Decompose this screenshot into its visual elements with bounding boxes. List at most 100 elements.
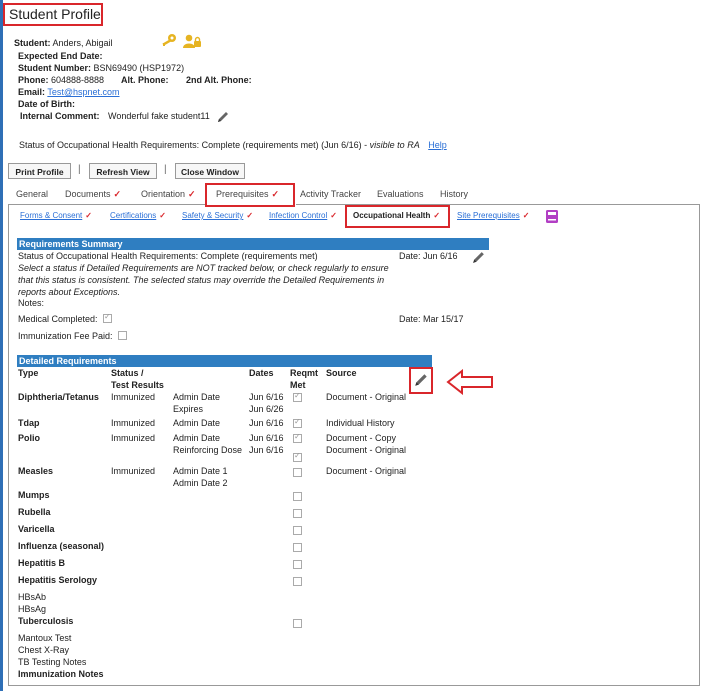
tab-history[interactable]: History xyxy=(440,189,468,199)
toolbar-separator: | xyxy=(164,164,167,175)
tab-evaluations[interactable]: Evaluations xyxy=(377,189,424,199)
email-row: Email: Test@hspnet.com xyxy=(18,87,120,97)
row-hepatitis-serology-met-checkbox[interactable] xyxy=(293,577,302,586)
row-tdap-source: Individual History xyxy=(326,418,395,428)
summary-date: Date: Jun 6/16 xyxy=(399,251,458,261)
book-icon[interactable] xyxy=(545,209,559,224)
row-polio-met-checkbox[interactable] xyxy=(293,432,302,443)
row-polio-date2: Jun 6/16 xyxy=(249,445,284,455)
help-link[interactable]: Help xyxy=(428,140,447,150)
row-hbsab: HBsAb xyxy=(18,592,47,602)
status-visible: visible to RA xyxy=(369,140,420,150)
page-title: Student Profile xyxy=(3,3,103,26)
row-polio-met-checkbox-2[interactable] xyxy=(293,451,302,462)
row-measles-status: Immunized xyxy=(111,466,156,476)
refresh-view-button[interactable]: Refresh View xyxy=(89,163,157,179)
row-diphtheria-label1: Admin Date xyxy=(173,392,221,402)
subtab-label: Site Prerequisites xyxy=(457,211,520,220)
medical-completed-label: Medical Completed: xyxy=(18,314,98,324)
subtab-site-prerequisites[interactable]: Site Prerequisites ✓ xyxy=(457,211,529,220)
toolbar-separator: | xyxy=(78,164,81,175)
user-lock-icon[interactable] xyxy=(183,34,202,48)
row-hepatitis-b-met-checkbox[interactable] xyxy=(293,560,302,569)
col-met: Met xyxy=(290,380,306,390)
expected-end-date-label: Expected End Date: xyxy=(18,51,103,61)
tab-documents[interactable]: Documents ✓ xyxy=(65,189,121,200)
row-rubella-type: Rubella xyxy=(18,507,51,517)
immunization-fee-checkbox[interactable] xyxy=(118,331,127,340)
check-icon: ✓ xyxy=(522,211,530,220)
check-icon: ✓ xyxy=(246,211,254,220)
summary-instructions-3: reports about Exceptions. xyxy=(18,287,121,297)
detailed-requirements-heading: Detailed Requirements xyxy=(17,355,432,367)
medical-completed-date: Date: Mar 15/17 xyxy=(399,314,464,324)
summary-instructions-1: Select a status if Detailed Requirements… xyxy=(18,263,389,273)
student-number-label: Student Number: xyxy=(18,63,91,73)
row-measles-source: Document - Original xyxy=(326,466,407,476)
check-icon: ✓ xyxy=(433,211,441,220)
tab-label: Documents xyxy=(65,189,111,199)
check-icon: ✓ xyxy=(113,189,122,199)
subtab-safety-security[interactable]: Safety & Security ✓ xyxy=(182,211,253,220)
row-tuberculosis-met-checkbox[interactable] xyxy=(293,619,302,628)
subtab-infection-control[interactable]: Infection Control ✓ xyxy=(269,211,337,220)
tab-label: General xyxy=(16,189,49,199)
tab-label: Orientation xyxy=(141,189,186,199)
edit-summary-pencil-icon[interactable] xyxy=(471,250,486,265)
row-diphtheria-label2: Expires xyxy=(173,404,204,414)
row-chest-xray: Chest X-Ray xyxy=(18,645,70,655)
row-rubella-met-checkbox[interactable] xyxy=(293,509,302,518)
row-influenza-met-checkbox[interactable] xyxy=(293,543,302,552)
check-icon: ✓ xyxy=(330,211,337,220)
row-tdap-status: Immunized xyxy=(111,418,156,428)
row-mumps-type: Mumps xyxy=(18,490,50,500)
print-profile-button[interactable]: Print Profile xyxy=(8,163,71,179)
student-number: BSN69490 (HSP1972) xyxy=(93,63,185,73)
tab-orientation[interactable]: Orientation ✓ xyxy=(141,189,196,200)
row-mumps-met-checkbox[interactable] xyxy=(293,492,302,501)
internal-comment-value: Wonderful fake student11 xyxy=(108,111,210,121)
left-window-edge xyxy=(0,0,3,691)
subtab-forms-consent[interactable]: Forms & Consent ✓ xyxy=(20,211,92,220)
row-polio-source2: Document - Original xyxy=(326,445,407,455)
row-varicella-met-checkbox[interactable] xyxy=(293,526,302,535)
edit-comment-pencil-icon[interactable] xyxy=(216,110,230,124)
row-hepatitis-b-type: Hepatitis B xyxy=(18,558,66,568)
row-tdap-met-checkbox[interactable] xyxy=(293,417,302,428)
close-window-button[interactable]: Close Window xyxy=(175,163,245,179)
medical-completed-checkbox[interactable] xyxy=(103,312,112,323)
student-number-row: Student Number: BSN69490 (HSP1972) xyxy=(18,63,184,73)
row-tdap-type: Tdap xyxy=(18,418,40,428)
student-row: Student: Anders, Abigail xyxy=(14,38,113,48)
phone-label: Phone: xyxy=(18,75,49,85)
row-measles-met-checkbox[interactable] xyxy=(293,468,302,477)
subtab-occupational-health[interactable]: Occupational Health ✓ xyxy=(353,211,440,220)
row-diphtheria-met-checkbox[interactable] xyxy=(293,391,302,402)
email-link[interactable]: Test@hspnet.com xyxy=(47,87,119,97)
row-diphtheria-type: Diphtheria/Tetanus xyxy=(18,392,99,402)
status-line: Status of Occupational Health Requiremen… xyxy=(19,140,447,150)
tab-activity-tracker[interactable]: Activity Tracker xyxy=(300,189,361,199)
row-tuberculosis-type: Tuberculosis xyxy=(18,616,74,626)
subtab-certifications[interactable]: Certifications ✓ xyxy=(110,211,166,220)
student-name: Anders, Abigail xyxy=(52,38,113,48)
subtab-label: Infection Control xyxy=(269,211,328,220)
edit-detailed-pencil-icon[interactable] xyxy=(413,372,429,388)
subtab-label: Safety & Security xyxy=(182,211,244,220)
second-alt-phone-label: 2nd Alt. Phone: xyxy=(186,75,252,85)
subtab-label: Forms & Consent xyxy=(20,211,83,220)
row-hbsag: HBsAg xyxy=(18,604,47,614)
row-tdap-date1: Jun 6/16 xyxy=(249,418,284,428)
row-tb-notes: TB Testing Notes xyxy=(18,657,87,667)
col-source: Source xyxy=(326,368,357,378)
row-varicella-type: Varicella xyxy=(18,524,55,534)
row-polio-status: Immunized xyxy=(111,433,156,443)
notes-label: Notes: xyxy=(18,298,45,308)
tab-general[interactable]: General xyxy=(16,189,48,199)
requirements-summary-heading: Requirements Summary xyxy=(17,238,489,250)
key-icon[interactable] xyxy=(160,33,178,47)
tab-prerequisites[interactable]: Prerequisites ✓ xyxy=(216,189,279,200)
col-dates: Dates xyxy=(249,368,274,378)
summary-instructions-2: that this status is consistent. The sele… xyxy=(18,275,385,285)
internal-comment-label: Internal Comment: xyxy=(20,111,100,121)
